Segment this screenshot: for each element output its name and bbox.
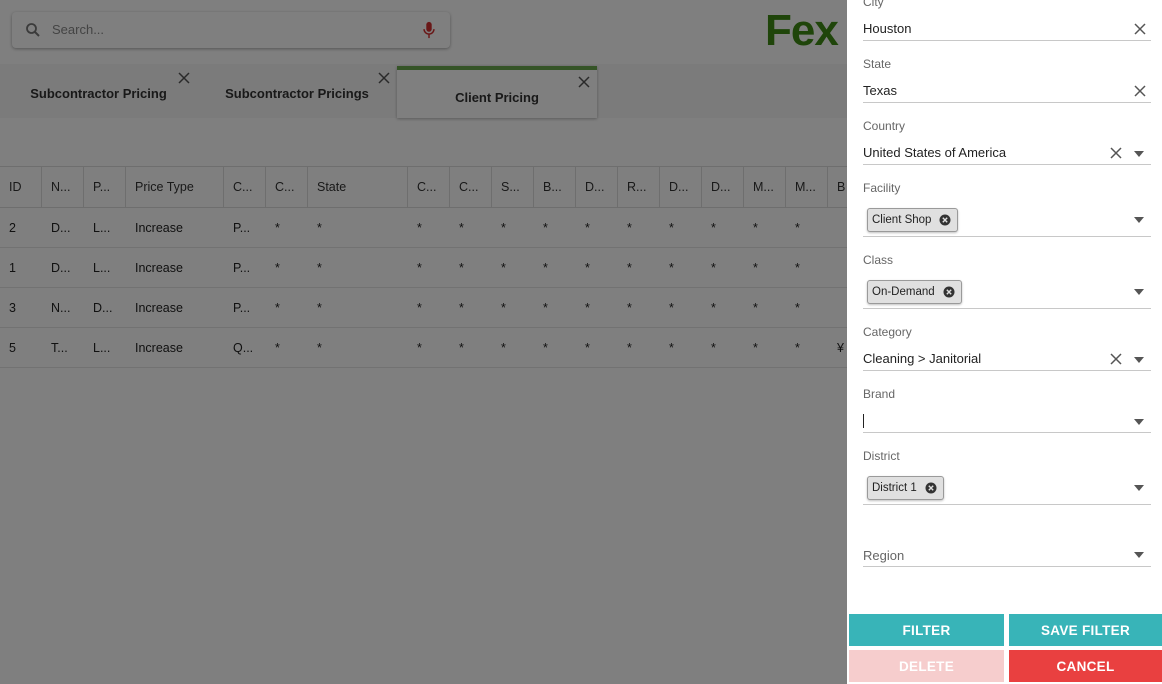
facility-chip[interactable]: Client Shop [867, 208, 959, 232]
chevron-down-icon[interactable] [1134, 289, 1144, 295]
chip-label: District 1 [872, 482, 917, 494]
cancel-button[interactable]: CANCEL [1009, 650, 1162, 682]
delete-button[interactable]: DELETE [849, 650, 1004, 682]
state-label: State [863, 57, 892, 71]
field-underline [863, 504, 1151, 505]
district-chip[interactable]: District 1 [867, 476, 944, 500]
field-underline [863, 566, 1151, 567]
class-chip[interactable]: On-Demand [867, 280, 962, 304]
city-value[interactable]: Houston [863, 21, 911, 36]
country-value[interactable]: United States of America [863, 145, 1006, 160]
state-value[interactable]: Texas [863, 83, 897, 98]
field-underline [863, 102, 1151, 103]
clear-icon[interactable] [1109, 146, 1123, 160]
field-underline [863, 236, 1151, 237]
category-label: Category [863, 325, 912, 339]
remove-chip-icon[interactable] [925, 482, 937, 494]
chip-label: On-Demand [872, 286, 935, 298]
save-filter-button[interactable]: SAVE FILTER [1009, 614, 1162, 646]
field-underline [863, 308, 1151, 309]
modal-overlay[interactable] [0, 0, 847, 684]
chevron-down-icon[interactable] [1134, 151, 1144, 157]
filter-drawer: City Houston State Texas Country United … [847, 0, 1162, 684]
field-underline [863, 370, 1151, 371]
clear-icon[interactable] [1109, 352, 1123, 366]
category-value[interactable]: Cleaning > Janitorial [863, 351, 981, 366]
facility-label: Facility [863, 181, 901, 195]
remove-chip-icon[interactable] [939, 214, 951, 226]
chevron-down-icon[interactable] [1134, 485, 1144, 491]
text-cursor [863, 414, 864, 428]
remove-chip-icon[interactable] [943, 286, 955, 298]
country-label: Country [863, 119, 906, 133]
field-underline [863, 164, 1151, 165]
class-label: Class [863, 253, 894, 267]
clear-icon[interactable] [1133, 22, 1147, 36]
district-label: District [863, 449, 900, 463]
chevron-down-icon[interactable] [1134, 217, 1144, 223]
chevron-down-icon[interactable] [1134, 552, 1144, 558]
filter-button[interactable]: FILTER [849, 614, 1004, 646]
chevron-down-icon[interactable] [1134, 419, 1144, 425]
clear-icon[interactable] [1133, 84, 1147, 98]
city-label: City [863, 0, 884, 9]
chip-label: Client Shop [872, 214, 932, 226]
field-underline [863, 432, 1151, 433]
brand-label: Brand [863, 387, 896, 401]
chevron-down-icon[interactable] [1134, 357, 1144, 363]
field-underline [863, 40, 1151, 41]
region-placeholder[interactable]: Region [863, 548, 904, 563]
